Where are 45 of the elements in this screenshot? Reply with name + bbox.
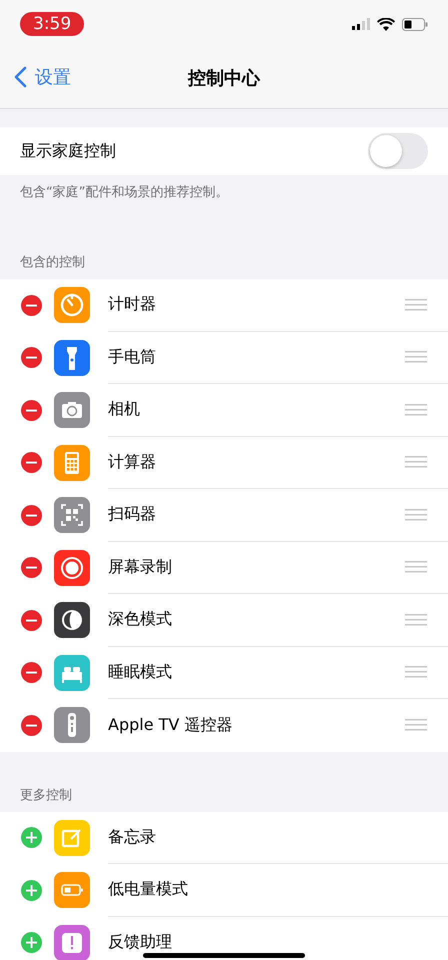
control-label: 屏幕录制 xyxy=(108,556,172,578)
control-label: 低电量模式 xyxy=(108,879,188,900)
reorder-handle-icon[interactable] xyxy=(405,298,427,311)
remove-button[interactable] xyxy=(21,294,42,316)
reorder-handle-icon[interactable] xyxy=(405,561,427,574)
control-label: 扫码器 xyxy=(108,504,156,526)
add-button[interactable] xyxy=(21,827,42,848)
reorder-handle-icon[interactable] xyxy=(405,614,427,626)
remove-button[interactable] xyxy=(21,347,42,368)
reorder-handle-icon[interactable] xyxy=(405,666,427,678)
control-label: 反馈助理 xyxy=(108,932,172,954)
reorder-handle-icon[interactable] xyxy=(405,508,427,521)
reorder-handle-icon[interactable] xyxy=(405,351,427,364)
remove-button[interactable] xyxy=(21,504,42,526)
remove-button[interactable] xyxy=(21,610,42,631)
control-label: Apple TV 遥控器 xyxy=(108,714,232,736)
back-button[interactable]: 设置 xyxy=(10,61,75,93)
add-button[interactable] xyxy=(21,880,42,901)
add-button[interactable] xyxy=(21,932,42,954)
remove-button[interactable] xyxy=(21,400,42,421)
battery-icon xyxy=(402,18,428,30)
control-label: 计时器 xyxy=(108,294,156,316)
setting-label: 显示家庭控制 xyxy=(20,140,116,162)
control-label: 备忘录 xyxy=(108,826,156,848)
reorder-handle-icon[interactable] xyxy=(405,719,427,732)
remove-button[interactable] xyxy=(21,714,42,736)
chevron-left-icon xyxy=(14,66,27,88)
wifi-icon xyxy=(377,18,395,30)
signal-icon xyxy=(352,18,370,30)
control-label: 睡眠模式 xyxy=(108,662,172,683)
remove-button[interactable] xyxy=(21,557,42,578)
control-label: 手电筒 xyxy=(108,346,156,368)
section-header: 包含的控制 xyxy=(19,254,86,272)
control-label: 深色模式 xyxy=(108,609,172,630)
status-time: 3:59 xyxy=(20,12,84,36)
section-header: 更多控制 xyxy=(19,786,73,804)
page-title: 控制中心 xyxy=(188,67,260,90)
control-label: 计算器 xyxy=(108,452,156,473)
reorder-handle-icon[interactable] xyxy=(405,456,427,468)
reorder-handle-icon[interactable] xyxy=(405,404,427,416)
footer-note: 包含“家庭”配件和场景的推荐控制。 xyxy=(19,184,230,202)
remove-button[interactable] xyxy=(21,662,42,684)
remove-button[interactable] xyxy=(21,452,42,474)
toggle-switch[interactable] xyxy=(368,133,428,169)
control-label: 相机 xyxy=(108,399,140,420)
